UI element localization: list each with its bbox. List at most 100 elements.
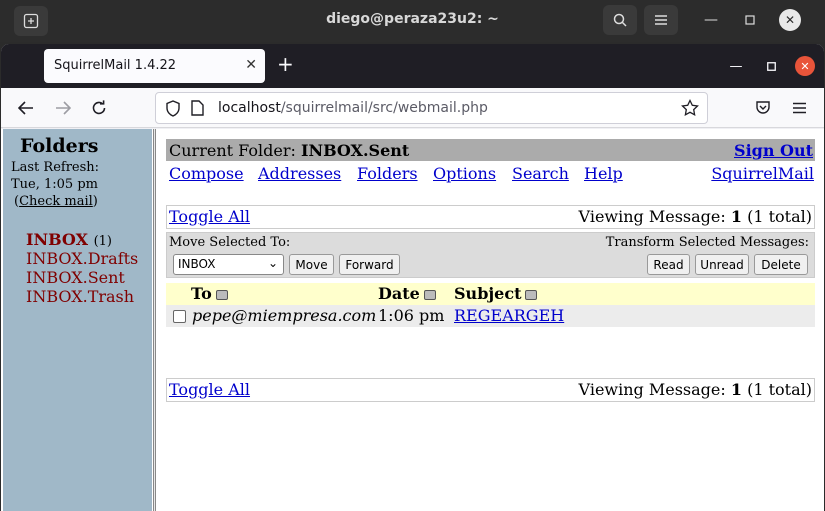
- browser-close-button[interactable]: ✕: [795, 56, 815, 76]
- frame-divider[interactable]: [153, 129, 156, 511]
- folder-name: INBOX: [26, 230, 88, 249]
- minimize-icon: —: [704, 12, 718, 28]
- column-subject-label: Subject: [454, 284, 522, 303]
- toggle-all-link[interactable]: Toggle All: [169, 207, 250, 226]
- menu-search[interactable]: Search: [512, 164, 569, 183]
- url-bar[interactable]: localhost/squirrelmail/src/webmail.php: [155, 92, 708, 124]
- sign-out-link[interactable]: Sign Out: [734, 141, 813, 160]
- check-mail-link[interactable]: Check mail: [19, 194, 93, 209]
- last-refresh-label: Last Refresh:: [11, 160, 100, 175]
- menu-compose[interactable]: Compose: [169, 164, 244, 183]
- message-date: 1:06 pm: [378, 306, 445, 325]
- squirrelmail-link[interactable]: SquirrelMail: [711, 164, 814, 183]
- menu-help[interactable]: Help: [584, 164, 623, 183]
- tab-strip: SquirrelMail 1.4.22 ✕ + — ✕: [1, 44, 824, 88]
- back-arrow-icon[interactable]: [14, 96, 38, 120]
- message-list-header: To Date Subject: [166, 283, 815, 305]
- menu-options[interactable]: Options: [433, 164, 496, 183]
- sort-icon[interactable]: [525, 289, 538, 300]
- column-date-label: Date: [378, 284, 420, 303]
- delete-button[interactable]: Delete: [754, 254, 808, 275]
- folder-inbox[interactable]: INBOX (1): [26, 230, 112, 249]
- check-mail-close-paren: ): [92, 194, 98, 209]
- chevron-down-icon: ⌄: [267, 256, 278, 270]
- column-date[interactable]: Date: [378, 284, 436, 303]
- viewing-number: 1: [730, 380, 742, 399]
- read-button[interactable]: Read: [647, 254, 690, 275]
- close-icon: ✕: [784, 13, 796, 27]
- menu-addresses[interactable]: Addresses: [258, 164, 341, 183]
- move-target-select[interactable]: INBOX ⌄: [173, 254, 284, 275]
- unread-button[interactable]: Unread: [695, 254, 749, 275]
- actions-bar: Move Selected To: Transform Selected Mes…: [166, 232, 815, 278]
- menu-icon[interactable]: [787, 96, 811, 120]
- maximize-icon: [745, 15, 755, 25]
- tab-title: SquirrelMail 1.4.22: [54, 58, 177, 73]
- message-subject-link[interactable]: REGEARGEH: [454, 306, 564, 325]
- navigation-bar: localhost/squirrelmail/src/webmail.php: [1, 88, 824, 128]
- viewing-suffix: (1 total): [747, 380, 812, 399]
- current-folder: Current Folder: INBOX.Sent: [169, 141, 409, 160]
- tab-close-icon[interactable]: ✕: [245, 57, 257, 73]
- message-to: pepe@miempresa.com: [192, 306, 377, 325]
- message-checkbox[interactable]: [173, 310, 186, 323]
- close-icon: ✕: [800, 59, 810, 73]
- folder-drafts[interactable]: INBOX.Drafts: [26, 249, 138, 268]
- move-selected-label: Move Selected To:: [169, 235, 291, 250]
- current-folder-label: Current Folder:: [169, 141, 296, 160]
- url-host: localhost: [218, 100, 281, 116]
- tab-squirrelmail[interactable]: SquirrelMail 1.4.22 ✕: [44, 49, 265, 83]
- viewing-status: Viewing Message: 1 (1 total): [579, 380, 812, 399]
- page-icon: [191, 100, 204, 120]
- viewing-prefix: Viewing Message:: [578, 207, 726, 226]
- hamburger-icon: [655, 15, 667, 25]
- column-subject[interactable]: Subject: [454, 284, 538, 303]
- folders-title: Folders: [20, 135, 99, 157]
- forward-button[interactable]: Forward: [339, 254, 400, 275]
- page-content: Folders Last Refresh: Tue, 1:05 pm (Chec…: [1, 129, 824, 511]
- viewing-status: Viewing Message: 1 (1 total): [579, 207, 812, 226]
- sort-icon[interactable]: [423, 289, 436, 300]
- current-folder-name: INBOX.Sent: [300, 141, 410, 160]
- bottom-toggle-row: Toggle All Viewing Message: 1 (1 total): [166, 378, 815, 402]
- search-icon: [613, 13, 627, 27]
- move-button[interactable]: Move: [289, 254, 334, 275]
- folder-trash[interactable]: INBOX.Trash: [26, 287, 134, 306]
- sort-icon[interactable]: [215, 289, 228, 300]
- pocket-icon[interactable]: [751, 96, 775, 120]
- menu-folders[interactable]: Folders: [357, 164, 418, 183]
- shield-icon[interactable]: [165, 100, 181, 121]
- new-tab-plus-icon[interactable]: +: [277, 54, 294, 74]
- folder-sent[interactable]: INBOX.Sent: [26, 268, 125, 287]
- minimize-button[interactable]: —: [700, 9, 722, 31]
- transform-label: Transform Selected Messages:: [605, 235, 809, 250]
- toggle-all-link[interactable]: Toggle All: [169, 380, 250, 399]
- column-to[interactable]: To: [191, 284, 228, 303]
- viewing-prefix: Viewing Message:: [578, 380, 726, 399]
- bookmark-star-icon[interactable]: [681, 98, 699, 121]
- browser-window: SquirrelMail 1.4.22 ✕ + — ✕ localhost/sq…: [1, 44, 824, 511]
- move-target-value: INBOX: [178, 257, 216, 271]
- last-refresh-time: Tue, 1:05 pm: [11, 177, 98, 192]
- reload-icon[interactable]: [87, 96, 111, 120]
- terminal-menu-button[interactable]: [644, 5, 678, 35]
- viewing-suffix: (1 total): [747, 207, 812, 226]
- url-text: localhost/squirrelmail/src/webmail.php: [218, 100, 488, 116]
- table-row: pepe@miempresa.com 1:06 pm REGEARGEH: [166, 305, 815, 327]
- column-to-label: To: [191, 284, 212, 303]
- close-button[interactable]: ✕: [779, 9, 801, 31]
- minimize-icon: —: [729, 58, 743, 74]
- maximize-button[interactable]: [739, 9, 761, 31]
- url-path: /squirrelmail/src/webmail.php: [280, 100, 488, 116]
- unread-count: (1): [93, 234, 112, 249]
- terminal-search-button[interactable]: [603, 5, 637, 35]
- maximize-icon: [766, 61, 776, 71]
- browser-minimize-button[interactable]: —: [726, 56, 746, 76]
- forward-arrow-icon[interactable]: [51, 96, 75, 120]
- top-toggle-row: Toggle All Viewing Message: 1 (1 total): [166, 205, 815, 229]
- folder-pane: Folders Last Refresh: Tue, 1:05 pm (Chec…: [3, 129, 152, 511]
- check-mail-wrapper: (Check mail): [14, 194, 98, 209]
- current-folder-bar: Current Folder: INBOX.Sent Sign Out: [166, 139, 815, 161]
- browser-maximize-button[interactable]: [761, 56, 781, 76]
- viewing-number: 1: [730, 207, 742, 226]
